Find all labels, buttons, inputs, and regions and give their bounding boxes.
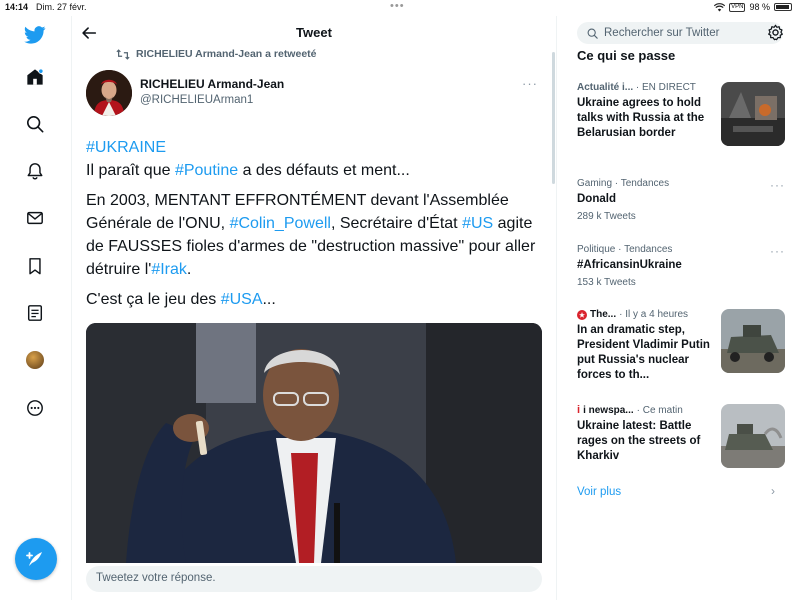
retweet-icon: [116, 48, 130, 60]
twitter-logo-icon[interactable]: [24, 24, 46, 46]
tweet-body: #UKRAINE Il paraît que #Poutine a des dé…: [86, 136, 546, 318]
hashtag-colin-powell[interactable]: #Colin_Powell: [230, 215, 331, 232]
profile-avatar[interactable]: [24, 349, 46, 371]
tweet-more-icon[interactable]: ···: [522, 76, 538, 91]
author-name[interactable]: RICHELIEU Armand-Jean: [140, 77, 284, 91]
hashtag-ukraine[interactable]: #UKRAINE: [86, 139, 166, 156]
search-input[interactable]: Rechercher sur Twitter: [577, 22, 783, 44]
wifi-icon: [714, 2, 726, 11]
multitasking-dots-icon[interactable]: •••: [390, 0, 405, 12]
trend-meta: The... · Il y a 4 heures: [577, 309, 713, 320]
hashtag-usa[interactable]: #USA: [221, 291, 263, 308]
bookmarks-icon[interactable]: [24, 255, 46, 277]
status-bar: 14:14 Dim. 27 févr. ••• VPN 98 %: [0, 0, 800, 16]
hashtag-irak[interactable]: #Irak: [151, 261, 187, 278]
trend-headline: In an dramatic step, President Vladimir …: [577, 324, 710, 381]
tweet-paragraph-2: Il paraît que #Poutine a des défauts et …: [86, 159, 546, 182]
vpn-badge: VPN: [729, 2, 746, 12]
trend-more-icon[interactable]: ···: [770, 244, 785, 258]
trend-meta: Actualité i... · EN DIRECT: [577, 82, 713, 93]
tweet-detail-column: Tweet RICHELIEU Armand-Jean a retweeté R…: [72, 16, 557, 600]
trend-headline: Donald: [577, 193, 616, 205]
status-indicators: VPN 98 %: [714, 2, 792, 12]
trend-item[interactable]: i i newspa... · Ce matin Ukraine latest:…: [577, 404, 785, 470]
trend-item[interactable]: Gaming · Tendances Donald 289 k Tweets ·…: [577, 178, 785, 232]
trend-thumbnail: [721, 309, 785, 373]
trend-item[interactable]: Actualité i... · EN DIRECT Ukraine agree…: [577, 82, 785, 162]
trend-meta: Gaming · Tendances: [577, 178, 670, 189]
notifications-icon[interactable]: [24, 160, 46, 182]
trend-thumbnail: [721, 404, 785, 468]
search-icon: [587, 28, 598, 39]
trend-meta: i i newspa... · Ce matin: [577, 404, 713, 416]
tweet-paragraph-4: C'est ça le jeu des #USA...: [86, 288, 546, 311]
tweet-header: Tweet: [72, 16, 556, 48]
battery-icon: [774, 3, 792, 11]
trend-item[interactable]: The... · Il y a 4 heures In an dramatic …: [577, 309, 785, 389]
tweet-paragraph-1: #UKRAINE: [86, 136, 546, 159]
tweet-text-segment: Il paraît que: [86, 162, 175, 179]
tweet-text-segment: .: [186, 261, 192, 278]
trend-count: 153 k Tweets: [577, 277, 636, 288]
compose-tweet-icon: [26, 552, 42, 566]
chevron-right-icon: ›: [771, 484, 775, 498]
trend-item[interactable]: Politique · Tendances #AfricansinUkraine…: [577, 244, 785, 298]
explore-icon[interactable]: [24, 113, 46, 135]
trend-headline: #AfricansinUkraine: [577, 259, 682, 271]
author-handle[interactable]: @RICHELIEUArman1: [140, 94, 253, 106]
tweet-author: RICHELIEU Armand-Jean @RICHELIEUArman1 ·…: [86, 70, 546, 118]
show-more-link[interactable]: Voir plus: [577, 486, 621, 498]
tweet-photo[interactable]: [86, 323, 542, 563]
retweet-context[interactable]: RICHELIEU Armand-Jean a retweeté: [116, 48, 317, 60]
trends-section-title: Ce qui se passe: [577, 48, 676, 63]
author-avatar[interactable]: [86, 70, 132, 116]
left-navigation: [0, 16, 72, 600]
hashtag-us[interactable]: #US: [462, 215, 493, 232]
news-source-logo-icon: i: [577, 404, 581, 416]
reply-input[interactable]: Tweetez votre réponse.: [86, 566, 542, 592]
tweet-text-segment: C'est ça le jeu des: [86, 291, 221, 308]
status-date: Dim. 27 févr.: [36, 2, 87, 12]
page-title: Tweet: [296, 25, 332, 40]
trend-more-icon[interactable]: ···: [770, 178, 785, 192]
more-icon[interactable]: [24, 397, 46, 419]
trend-time: · Ce matin: [636, 404, 683, 416]
trend-source: The...: [590, 309, 617, 320]
news-source-logo-icon: [577, 309, 587, 320]
trend-time: · EN DIRECT: [635, 82, 696, 93]
home-icon[interactable]: [24, 66, 46, 88]
trend-source: i newspa...: [583, 404, 634, 416]
battery-percent: 98 %: [749, 2, 770, 12]
trend-headline: Ukraine agrees to hold talks with Russia…: [577, 97, 705, 139]
trend-source: Actualité i...: [577, 82, 634, 93]
status-time: 14:14: [5, 2, 29, 12]
messages-icon[interactable]: [24, 207, 46, 229]
trend-count: 289 k Tweets: [577, 211, 636, 222]
trend-thumbnail: [721, 82, 785, 146]
tweet-text-segment: , Secrétaire d'État: [330, 215, 463, 232]
trend-headline: Ukraine latest: Battle rages on the stre…: [577, 420, 701, 462]
main-scrollbar[interactable]: [552, 52, 555, 184]
tweet-paragraph-3: En 2003, MENTANT EFFRONTÉMENT devant l'A…: [86, 189, 546, 281]
hashtag-poutine[interactable]: #Poutine: [175, 162, 238, 179]
right-sidebar: Rechercher sur Twitter Ce qui se passe A…: [557, 16, 800, 600]
search-placeholder: Rechercher sur Twitter: [604, 27, 720, 39]
retweeted-by-text: RICHELIEU Armand-Jean a retweeté: [136, 48, 317, 60]
settings-gear-icon[interactable]: [767, 24, 785, 42]
trend-meta: Politique · Tendances: [577, 244, 673, 255]
compose-tweet-button[interactable]: [15, 538, 57, 580]
lists-icon[interactable]: [24, 302, 46, 324]
tweet-text-segment: ...: [262, 291, 276, 308]
trend-time: · Il y a 4 heures: [619, 309, 689, 320]
tweet-text-segment: a des défauts et ment...: [238, 162, 410, 179]
